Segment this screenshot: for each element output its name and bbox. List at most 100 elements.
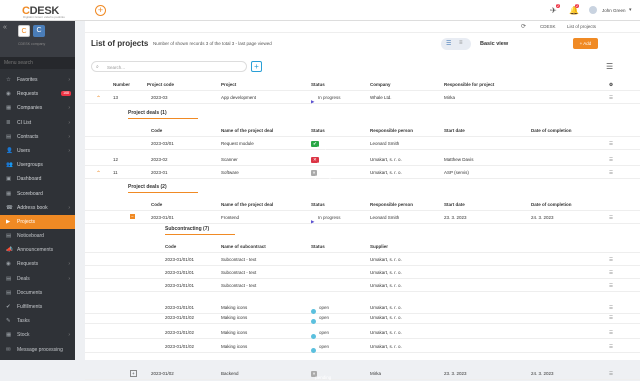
sidebar-item-requests[interactable]: ◉Requests›168 — [0, 87, 75, 101]
chevron-down-icon[interactable]: ▾ — [629, 7, 632, 13]
collapse-deal-icon[interactable]: − — [130, 214, 135, 219]
sidebar: « C C CDESK company Menu search ☆ Favorit… — [0, 21, 75, 360]
sidebar-item-label: Projects — [17, 218, 36, 225]
sidebar-item-scoreboard[interactable]: ▦ Scoreboard — [0, 187, 75, 201]
cell: Code — [165, 244, 177, 249]
cell: Making icons — [221, 305, 248, 310]
collapse-chevron-icon[interactable]: ⌃ — [96, 170, 101, 177]
row-menu-icon[interactable]: ☰ — [609, 330, 613, 336]
cell: Request module — [221, 141, 254, 146]
cell: Umakart, s. r. o. — [370, 305, 402, 310]
deal-row[interactable]: −2023-01/01 Frontend ▶ In progress Leonard S… — [85, 211, 640, 224]
sidebar-item-stock[interactable]: ▦ Stock › — [0, 328, 75, 342]
view-name[interactable]: Basic view — [480, 41, 508, 47]
subcontract-row[interactable]: 2023-01/01/01 Subcontract - text Umakart, … — [85, 266, 640, 279]
sidebar-item-message-processing[interactable]: ✉ Message processing — [0, 343, 75, 357]
cell: 2023-02 — [151, 157, 168, 162]
cell: Responsible person — [370, 202, 414, 207]
main-content: ⟳ CDESK List of projects List of project… — [85, 21, 640, 380]
project-row[interactable]: ⌃ 11 2023-01 Software ⏸ pending Umakart, s. r… — [85, 166, 640, 179]
deal-row[interactable]: 2023-03/01 Request module ✔ completed Leona… — [85, 137, 640, 150]
chevron-right-icon: › — [68, 119, 70, 126]
sidebar-item-favorites[interactable]: ☆ Favorites › — [0, 73, 75, 87]
add-button[interactable]: + Add — [573, 38, 598, 49]
cell: Umakart, s. r. o. — [370, 344, 402, 349]
sidebar-icon: 📣 — [6, 247, 13, 254]
grid-view-icon[interactable]: ☰ — [446, 40, 451, 47]
sidebar-item-contracts[interactable]: ▤ Contracts › — [0, 130, 75, 144]
sidebar-item-noticeboard[interactable]: ▤ Noticeboard — [0, 229, 75, 243]
sidebar-item-deals[interactable]: ▤ Deals › — [0, 272, 75, 286]
sidebar-item-label: Usergroups — [17, 162, 43, 169]
row-menu-icon[interactable]: ☰ — [609, 170, 613, 176]
row-menu-icon[interactable]: ☰ — [609, 215, 613, 221]
sidebar-item-label: Documents — [17, 289, 43, 296]
row-menu-icon[interactable]: ☰ — [609, 371, 613, 377]
row-menu-icon[interactable]: ☰ — [609, 344, 613, 350]
col-responsible: Responsible for project — [444, 82, 495, 87]
deal-row[interactable]: +2023-01/02 Backend ⏸ pending Mirka 23. 3. 2… — [85, 367, 640, 380]
sidebar-item-dashboard[interactable]: ▣ Dashboard — [0, 172, 75, 186]
subcontract-row[interactable]: 2023-01/01/02 Making icons Umakart, s. r. … — [85, 311, 640, 324]
status-text: In progress — [318, 95, 341, 100]
collapse-sidebar-icon[interactable]: « — [3, 24, 7, 31]
subcontract-row[interactable]: 2023-01/01/02 Making icons Umakart, s. r. … — [85, 340, 640, 353]
project-row[interactable]: 12 2023-02 Scanner ✕ canceled Umakart, s. r.… — [85, 153, 640, 166]
sidebar-item-users[interactable]: 👤 Users › — [0, 144, 75, 158]
sidebar-item-companies[interactable]: ▦ Companies › — [0, 101, 75, 115]
cell: Code — [151, 202, 163, 207]
sidebar-item-tasks[interactable]: ✎ Tasks — [0, 314, 75, 328]
cell: Responsible person — [370, 128, 414, 133]
refresh-icon[interactable]: ⟳ — [521, 23, 526, 30]
project-row[interactable]: ⌃ 13 2023-03 App development ▶ In progress Wha… — [85, 91, 640, 104]
page-title: List of projects — [91, 39, 149, 48]
company-name: CDESK company — [18, 42, 46, 46]
top-bar: CDESK Digitální řešení vašeho podniku + … — [0, 0, 640, 21]
sidebar-icon: ≣ — [6, 119, 11, 126]
sidebar-item-fulfillments[interactable]: ✔ Fulfillments — [0, 300, 75, 314]
row-menu-icon[interactable]: ☰ — [609, 141, 613, 147]
sidebar-item-requests[interactable]: ◉ Requests › — [0, 257, 75, 271]
cell: Status — [311, 202, 325, 207]
menu-search-input[interactable]: Menu search — [0, 57, 75, 69]
sidebar-item-label: Requests — [17, 261, 39, 268]
cell: Subcontract - text — [221, 270, 257, 275]
section-title: Project deals (1) — [128, 110, 167, 116]
table-menu-icon[interactable]: ☰ — [606, 62, 613, 71]
settings-gear-icon[interactable]: ⚙ — [609, 82, 613, 88]
row-menu-icon[interactable]: ☰ — [609, 157, 613, 163]
collapse-chevron-icon[interactable]: ⌃ — [96, 95, 101, 102]
list-view-icon[interactable]: ≡ — [459, 40, 463, 46]
row-menu-icon[interactable]: ☰ — [609, 283, 613, 289]
sidebar-item-label: CI List — [17, 119, 32, 126]
row-menu-icon[interactable]: ☰ — [609, 257, 613, 263]
row-menu-icon[interactable]: ☰ — [609, 315, 613, 321]
sidebar-item-address-book[interactable]: ☎ Address book › — [0, 201, 75, 215]
sidebar-icon: ▶ — [6, 218, 11, 225]
app-icon-cdesk[interactable]: C — [18, 25, 30, 37]
search-field[interactable]: ⌕ Search... — [91, 61, 247, 72]
quick-add-button[interactable]: + — [95, 5, 106, 16]
expand-deal-icon[interactable]: + — [130, 370, 137, 377]
sidebar-item-documents[interactable]: ▤ Documents — [0, 286, 75, 300]
table-header: Number Project code Project Status Company Re… — [85, 78, 640, 91]
sidebar-item-projects[interactable]: ▶ Projects — [0, 214, 75, 230]
cell: Start date — [444, 128, 465, 133]
breadcrumb-root[interactable]: CDESK — [540, 24, 556, 29]
add-filter-button[interactable]: + — [251, 61, 262, 72]
user-menu[interactable]: John Green — [602, 8, 626, 13]
row-menu-icon[interactable]: ☰ — [609, 270, 613, 276]
row-menu-icon[interactable]: ☰ — [609, 95, 613, 101]
avatar[interactable] — [589, 6, 597, 14]
subcontract-row[interactable]: 2023-01/01/01 Subcontract - text Umakart, … — [85, 279, 640, 292]
cell: 2023-01/02 — [151, 371, 174, 376]
sidebar-item-usergroups[interactable]: 👥 Usergroups — [0, 158, 75, 172]
cell: Mirka — [370, 371, 381, 376]
sidebar-item-ci-list[interactable]: ≣ CI List › — [0, 116, 75, 130]
sidebar-item-announcements[interactable]: 📣 Announcements — [0, 243, 75, 257]
subcontract-row[interactable]: 2023-01/01/01 Subcontract - text Umakart, … — [85, 253, 640, 266]
subcontract-row[interactable]: 2023-01/01/02 Making icons Umakart, s. r. … — [85, 326, 640, 339]
section-title: Project deals (2) — [128, 184, 167, 190]
app-icon-company[interactable]: C — [33, 25, 45, 37]
view-toggle[interactable]: ☰ ≡ — [441, 38, 471, 50]
